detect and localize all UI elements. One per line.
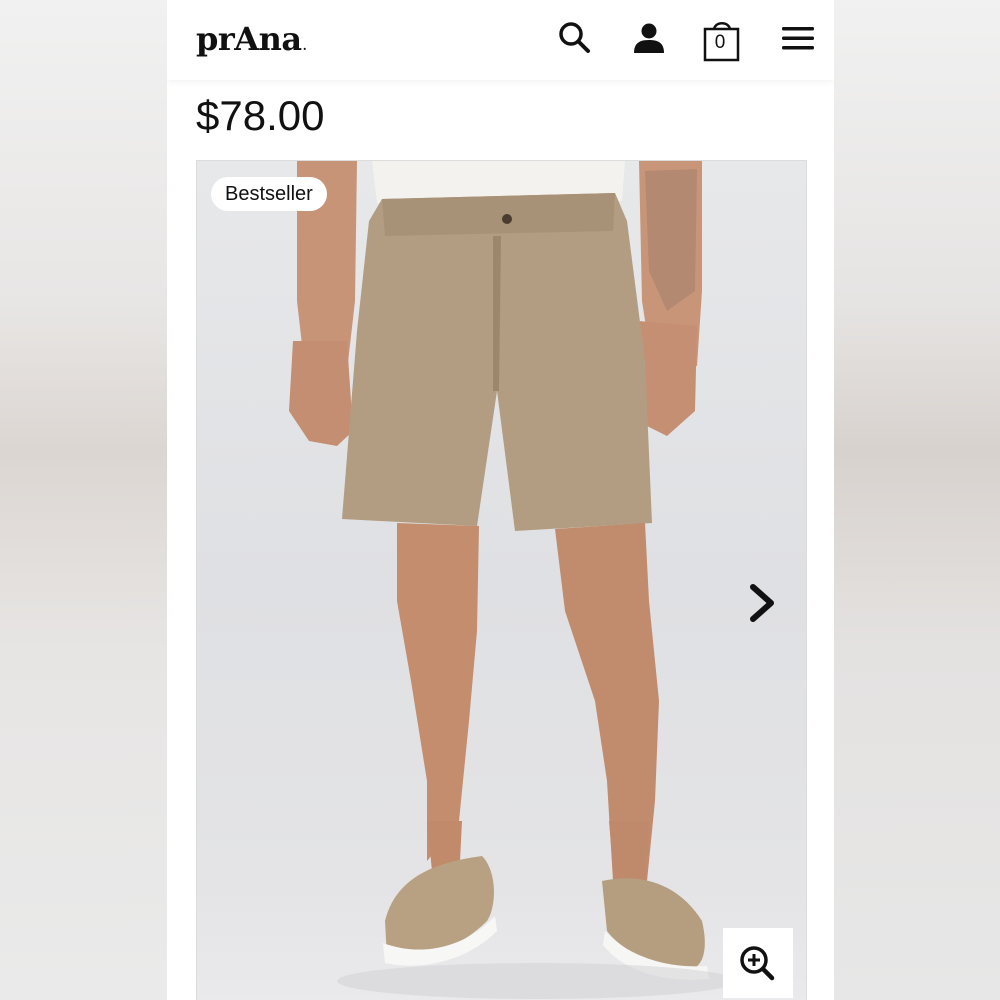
cart-count: 0: [714, 32, 726, 53]
menu-icon[interactable]: [778, 18, 818, 58]
zoom-button[interactable]: [723, 928, 793, 998]
product-image: [289, 161, 737, 999]
product-price: $78.00: [196, 92, 325, 139]
cart-button[interactable]: 0: [703, 18, 741, 62]
brand-logo[interactable]: prAna.: [196, 20, 307, 58]
bestseller-badge: Bestseller: [211, 177, 327, 211]
backdrop-left: [0, 0, 167, 1000]
backdrop-right: [834, 0, 1000, 1000]
next-image-button[interactable]: [743, 579, 783, 627]
chevron-right-icon: [750, 584, 774, 622]
search-icon[interactable]: [555, 18, 595, 58]
zoom-in-icon: [740, 946, 775, 981]
account-icon[interactable]: [629, 18, 669, 58]
product-page: prAna. 0 $78.00 Bestseller: [167, 0, 834, 1000]
product-image-gallery[interactable]: Bestseller: [196, 160, 807, 1000]
site-header: prAna. 0: [167, 0, 834, 80]
